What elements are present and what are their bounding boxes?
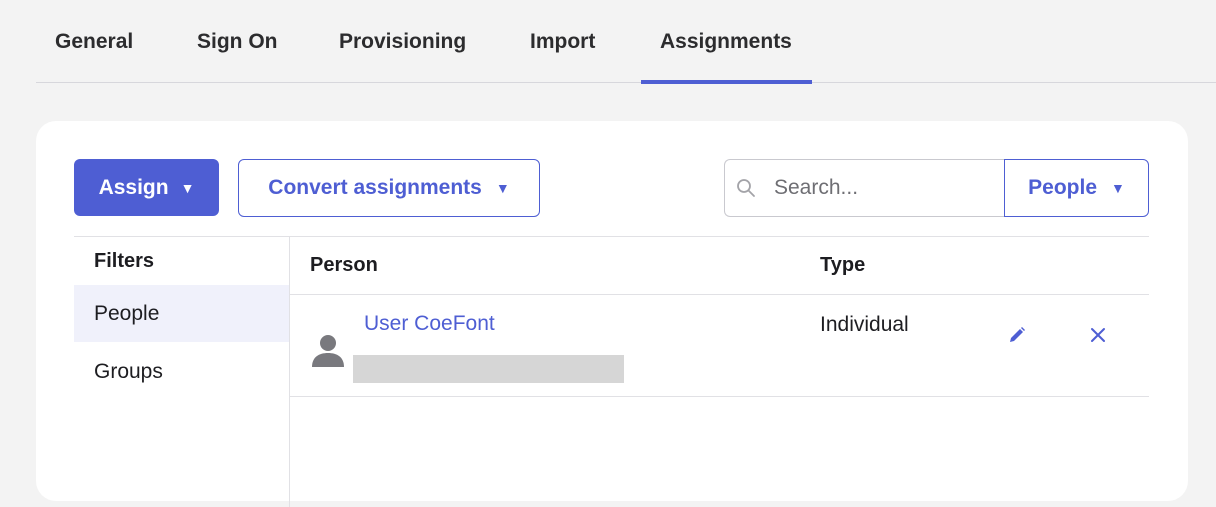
tab-bar: General Sign On Provisioning Import Assi… (36, 0, 1216, 84)
assign-button-label: Assign (98, 175, 169, 199)
user-avatar-icon (312, 335, 344, 367)
pencil-icon[interactable] (1005, 323, 1029, 347)
column-header-type: Type (820, 254, 866, 276)
search-icon (737, 179, 755, 197)
tab-provisioning[interactable]: Provisioning (339, 30, 466, 83)
assignments-card: Assign ▼ Convert assignments ▼ People ▼ … (36, 121, 1188, 507)
filters-panel: Filters People Groups (74, 237, 290, 507)
close-icon[interactable] (1086, 323, 1110, 347)
caret-down-icon: ▼ (495, 180, 510, 196)
header-divider (290, 294, 1149, 295)
convert-assignments-button[interactable]: Convert assignments ▼ (238, 159, 540, 217)
column-header-person: Person (310, 254, 378, 276)
search-box (724, 159, 1005, 217)
tab-general[interactable]: General (55, 30, 133, 83)
filter-groups[interactable]: Groups (74, 343, 289, 400)
tab-assignments[interactable]: Assignments (641, 30, 812, 84)
type-cell: Individual (820, 313, 909, 336)
row-divider (290, 396, 1149, 397)
person-name-link[interactable]: User CoeFont (364, 312, 495, 336)
caret-down-icon: ▼ (1111, 180, 1125, 196)
filter-people[interactable]: People (74, 285, 289, 342)
convert-assignments-label: Convert assignments (268, 176, 482, 199)
filters-title: Filters (94, 250, 155, 272)
assign-button[interactable]: Assign ▼ (74, 159, 219, 216)
tab-sign-on[interactable]: Sign On (197, 30, 278, 83)
tab-import[interactable]: Import (530, 30, 595, 83)
search-scope-label: People (1028, 176, 1097, 199)
search-input[interactable] (774, 176, 994, 200)
search-scope-dropdown[interactable]: People ▼ (1004, 159, 1149, 217)
redacted-email (353, 355, 624, 383)
caret-down-icon: ▼ (180, 179, 195, 196)
